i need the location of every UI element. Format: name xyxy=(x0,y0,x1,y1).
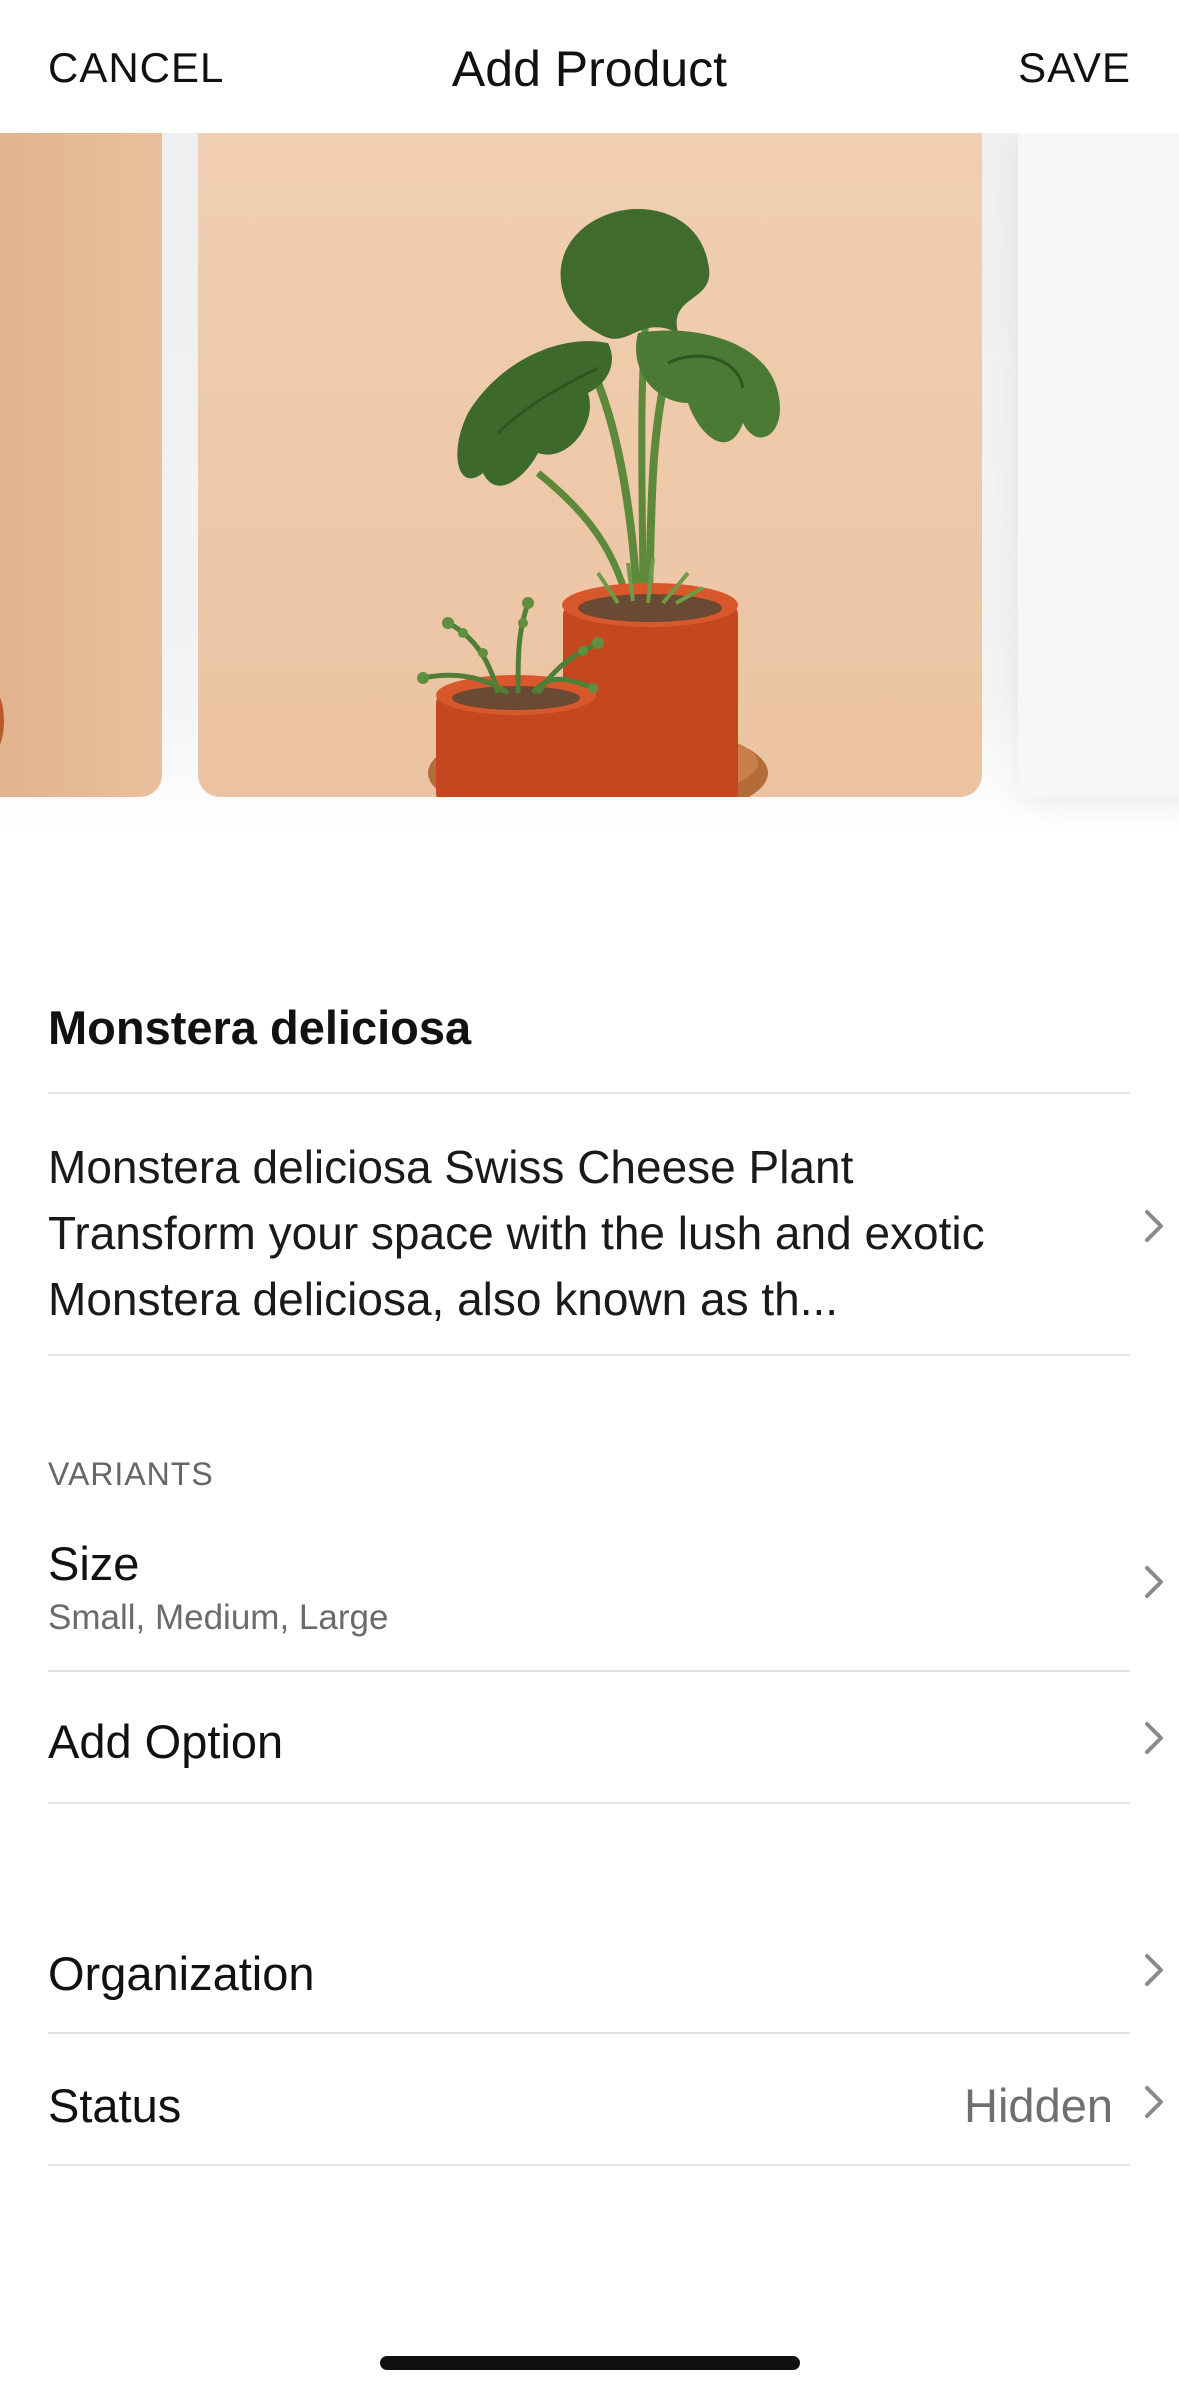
add-option-button[interactable]: Add Option xyxy=(48,1714,1130,1769)
divider xyxy=(48,2032,1130,2034)
size-option-title: Size xyxy=(48,1537,140,1590)
plant-photo xyxy=(417,209,780,797)
chevron-right-icon xyxy=(1139,2082,1169,2122)
save-button[interactable]: SAVE xyxy=(1018,44,1131,92)
organization-row[interactable]: Organization xyxy=(48,1946,1130,2001)
product-image-main[interactable] xyxy=(198,133,982,797)
home-indicator xyxy=(380,2356,800,2370)
page-title: Add Product xyxy=(451,41,728,97)
chevron-right-icon xyxy=(1139,1950,1169,1990)
chevron-right-icon xyxy=(1139,1718,1169,1758)
divider xyxy=(48,1354,1130,1356)
navigation-bar: CANCEL Add Product SAVE xyxy=(0,0,1179,133)
size-option-values: Small, Medium, Large xyxy=(48,1598,389,1637)
pot-edge-graphic xyxy=(0,697,4,745)
chevron-right-icon xyxy=(1139,1562,1169,1602)
product-image-previous[interactable] xyxy=(0,133,162,797)
chevron-right-icon xyxy=(1139,1206,1169,1246)
divider xyxy=(48,1802,1130,1804)
divider xyxy=(48,2164,1130,2166)
variants-section-label: VARIANTS xyxy=(48,1456,214,1492)
divider xyxy=(48,1092,1130,1094)
product-image-next-placeholder[interactable] xyxy=(1018,133,1179,797)
divider xyxy=(48,1670,1130,1672)
product-image-carousel[interactable] xyxy=(0,133,1179,833)
status-value: Hidden xyxy=(964,2079,1113,2132)
product-name-field[interactable]: Monstera deliciosa xyxy=(48,1000,1130,1055)
product-description-field[interactable]: Monstera deliciosa Swiss Cheese Plant Tr… xyxy=(48,1134,1068,1332)
